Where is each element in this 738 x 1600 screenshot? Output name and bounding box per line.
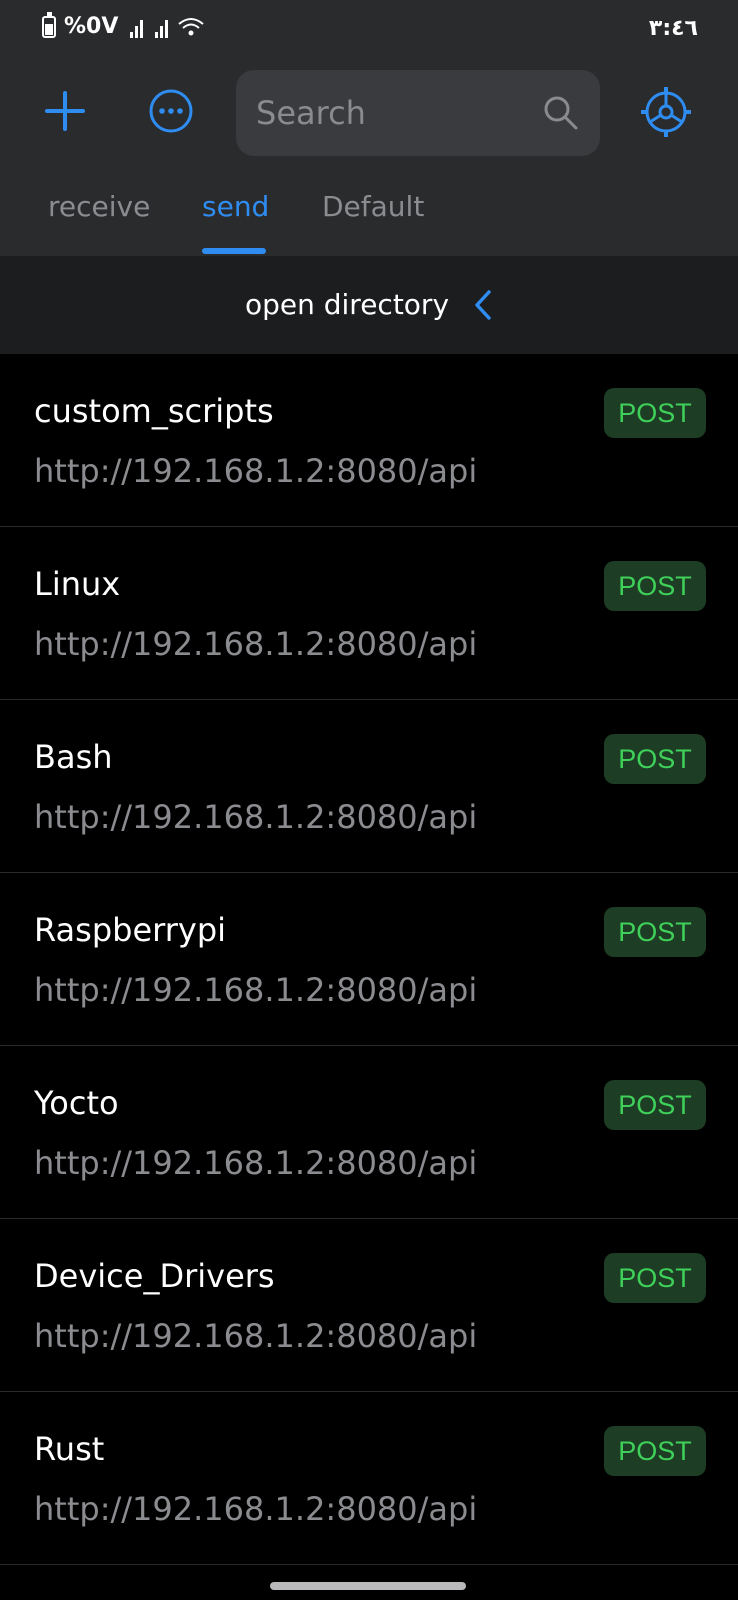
- method-badge: POST: [604, 388, 706, 438]
- tab-receive[interactable]: receive: [48, 190, 150, 223]
- item-name: Linux: [34, 565, 121, 603]
- list-item[interactable]: Bash http://192.168.1.2:8080/api POST: [0, 700, 738, 873]
- method-badge: POST: [604, 907, 706, 957]
- gear-icon: [641, 87, 691, 137]
- search-icon[interactable]: [542, 94, 580, 132]
- header: receive send Default: [0, 62, 738, 256]
- plus-icon: [45, 91, 85, 131]
- item-url: http://192.168.1.2:8080/api: [34, 1490, 478, 1528]
- item-name: Device_Drivers: [34, 1257, 275, 1295]
- item-name: Raspberrypi: [34, 911, 227, 949]
- item-url: http://192.168.1.2:8080/api: [34, 798, 478, 836]
- item-url: http://192.168.1.2:8080/api: [34, 625, 478, 663]
- method-badge: POST: [604, 561, 706, 611]
- item-name: Bash: [34, 738, 113, 776]
- list-item[interactable]: Rust http://192.168.1.2:8080/api POST: [0, 1392, 738, 1565]
- directory-title-inner: open directory: [245, 288, 493, 321]
- tab-bar: receive send Default: [0, 180, 738, 256]
- item-url: http://192.168.1.2:8080/api: [34, 971, 478, 1009]
- item-name: custom_scripts: [34, 392, 274, 430]
- chevron-left-icon[interactable]: [473, 289, 493, 321]
- method-badge: POST: [604, 1080, 706, 1130]
- tab-default[interactable]: Default: [322, 190, 424, 223]
- item-url: http://192.168.1.2:8080/api: [34, 1317, 478, 1355]
- list-item[interactable]: Yocto http://192.168.1.2:8080/api POST: [0, 1046, 738, 1219]
- method-badge: POST: [604, 1426, 706, 1476]
- method-badge: POST: [604, 734, 706, 784]
- method-badge: POST: [604, 1253, 706, 1303]
- wifi-icon: [178, 17, 205, 35]
- more-button[interactable]: [146, 86, 196, 136]
- status-left: %0V: [42, 11, 206, 39]
- home-indicator[interactable]: [270, 1582, 466, 1590]
- item-name: Rust: [34, 1430, 105, 1468]
- list-item[interactable]: Device_Drivers http://192.168.1.2:8080/a…: [0, 1219, 738, 1392]
- clock: ٣:٤٦: [648, 16, 698, 41]
- signal-icon: [130, 16, 144, 38]
- item-name: Yocto: [34, 1084, 119, 1122]
- ellipsis-circle-icon: [149, 89, 193, 133]
- list-item[interactable]: Linux http://192.168.1.2:8080/api POST: [0, 527, 738, 700]
- item-url: http://192.168.1.2:8080/api: [34, 452, 478, 490]
- item-url: http://192.168.1.2:8080/api: [34, 1144, 478, 1182]
- tab-send[interactable]: send: [202, 190, 269, 223]
- directory-bar[interactable]: open directory: [0, 256, 738, 354]
- request-list: custom_scripts http://192.168.1.2:8080/a…: [0, 354, 738, 1565]
- search-input[interactable]: [256, 88, 536, 138]
- directory-title-row: open directory: [0, 288, 738, 321]
- settings-button[interactable]: [640, 86, 692, 138]
- signal-icon-2: [155, 16, 169, 38]
- active-tab-indicator: [202, 248, 266, 254]
- battery-percent: %0V: [64, 14, 119, 39]
- list-item[interactable]: Raspberrypi http://192.168.1.2:8080/api …: [0, 873, 738, 1046]
- add-button[interactable]: [40, 86, 90, 136]
- list-item[interactable]: custom_scripts http://192.168.1.2:8080/a…: [0, 354, 738, 527]
- directory-title: open directory: [244, 288, 450, 321]
- status-bar: %0V ٣:٤٦: [0, 0, 738, 62]
- search-box[interactable]: [236, 70, 600, 156]
- battery-icon: [42, 11, 56, 38]
